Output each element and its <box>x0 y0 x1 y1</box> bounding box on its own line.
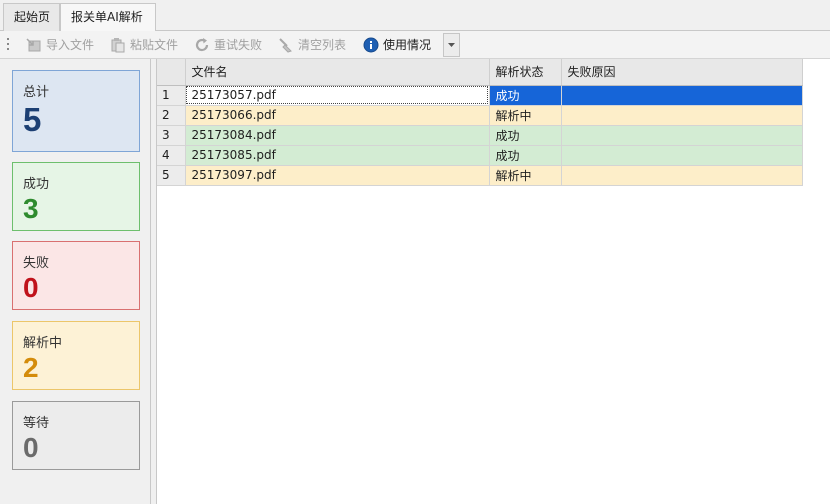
table-row[interactable]: 1 25173057.pdf 成功 <box>157 85 803 106</box>
row-number[interactable]: 3 <box>157 125 186 146</box>
cell-status[interactable]: 成功 <box>489 145 562 166</box>
column-header-status[interactable]: 解析状态 <box>489 59 562 86</box>
chevron-down-icon <box>448 43 455 47</box>
table-row[interactable]: 2 25173066.pdf 解析中 <box>157 105 803 126</box>
stat-card-fail: 失败 0 <box>12 241 140 310</box>
stat-card-success: 成功 3 <box>12 162 140 231</box>
cell-reason[interactable] <box>561 85 803 106</box>
cell-reason[interactable] <box>561 165 803 186</box>
cell-status[interactable]: 解析中 <box>489 105 562 126</box>
stat-waiting-value: 0 <box>23 432 39 463</box>
stat-fail-value: 0 <box>23 272 39 303</box>
cell-reason[interactable] <box>561 125 803 146</box>
tab-bar: 起始页 报关单AI解析 <box>0 0 830 32</box>
cell-status[interactable]: 成功 <box>489 85 562 106</box>
cell-reason[interactable] <box>561 145 803 166</box>
column-header-filename[interactable]: 文件名 <box>185 59 490 86</box>
stat-card-parsing: 解析中 2 <box>12 321 140 390</box>
cell-reason[interactable] <box>561 105 803 126</box>
paste-file-button[interactable]: 粘贴文件 <box>110 34 178 56</box>
retry-failed-button[interactable]: 重试失败 <box>194 34 262 56</box>
import-file-label: 导入文件 <box>46 38 95 52</box>
row-number-header[interactable] <box>157 59 186 86</box>
cell-status[interactable]: 成功 <box>489 125 562 146</box>
cell-filename[interactable]: 25173084.pdf <box>185 125 490 146</box>
toolbar-grip-icon[interactable] <box>7 38 10 52</box>
retry-failed-label: 重试失败 <box>214 38 263 52</box>
tab-declaration-ai-parse[interactable]: 报关单AI解析 <box>60 3 156 32</box>
cell-status[interactable]: 解析中 <box>489 165 562 186</box>
file-grid: 文件名 解析状态 失败原因 1 25173057.pdf 成功 2 251730… <box>156 59 830 504</box>
paste-icon <box>111 38 125 53</box>
stat-parsing-label: 解析中 <box>23 336 63 351</box>
table-row[interactable]: 5 25173097.pdf 解析中 <box>157 165 803 186</box>
stats-panel: 总计 5 成功 3 失败 0 解析中 2 等待 0 <box>0 59 151 504</box>
import-file-button[interactable]: 导入文件 <box>26 34 94 56</box>
toolbar-overflow-dropdown[interactable] <box>443 33 460 57</box>
row-number[interactable]: 4 <box>157 145 186 166</box>
row-number[interactable]: 5 <box>157 165 186 186</box>
tab-start-page[interactable]: 起始页 <box>3 3 60 31</box>
row-number[interactable]: 1 <box>157 85 186 106</box>
clear-list-label: 清空列表 <box>298 38 347 52</box>
cell-filename[interactable]: 25173097.pdf <box>185 165 490 186</box>
refresh-icon <box>195 38 209 52</box>
cell-filename[interactable]: 25173085.pdf <box>185 145 490 166</box>
cell-filename[interactable]: 25173066.pdf <box>185 105 490 126</box>
table-row[interactable]: 3 25173084.pdf 成功 <box>157 125 803 146</box>
column-header-reason[interactable]: 失败原因 <box>561 59 803 86</box>
usage-label: 使用情况 <box>383 38 432 52</box>
cell-filename[interactable]: 25173057.pdf <box>185 85 490 106</box>
stat-success-value: 3 <box>23 193 39 224</box>
toolbar: 导入文件 粘贴文件 重试失败 清空列表 使用情况 <box>0 31 830 59</box>
stat-fail-label: 失败 <box>23 256 50 271</box>
broom-icon <box>279 38 292 53</box>
usage-button[interactable]: 使用情况 <box>363 34 431 56</box>
paste-file-label: 粘贴文件 <box>130 38 179 52</box>
clear-list-button[interactable]: 清空列表 <box>278 34 346 56</box>
stat-card-total: 总计 5 <box>12 70 140 152</box>
file-table: 文件名 解析状态 失败原因 1 25173057.pdf 成功 2 251730… <box>157 59 803 186</box>
stat-waiting-label: 等待 <box>23 416 50 431</box>
stat-total-value: 5 <box>23 101 42 138</box>
stat-parsing-value: 2 <box>23 352 39 383</box>
info-icon <box>363 37 379 53</box>
table-row[interactable]: 4 25173085.pdf 成功 <box>157 145 803 166</box>
row-number[interactable]: 2 <box>157 105 186 126</box>
stat-card-waiting: 等待 0 <box>12 401 140 470</box>
stat-total-label: 总计 <box>23 85 50 100</box>
table-header-row: 文件名 解析状态 失败原因 <box>157 59 803 86</box>
stat-success-label: 成功 <box>23 177 50 192</box>
import-file-icon <box>26 38 41 52</box>
